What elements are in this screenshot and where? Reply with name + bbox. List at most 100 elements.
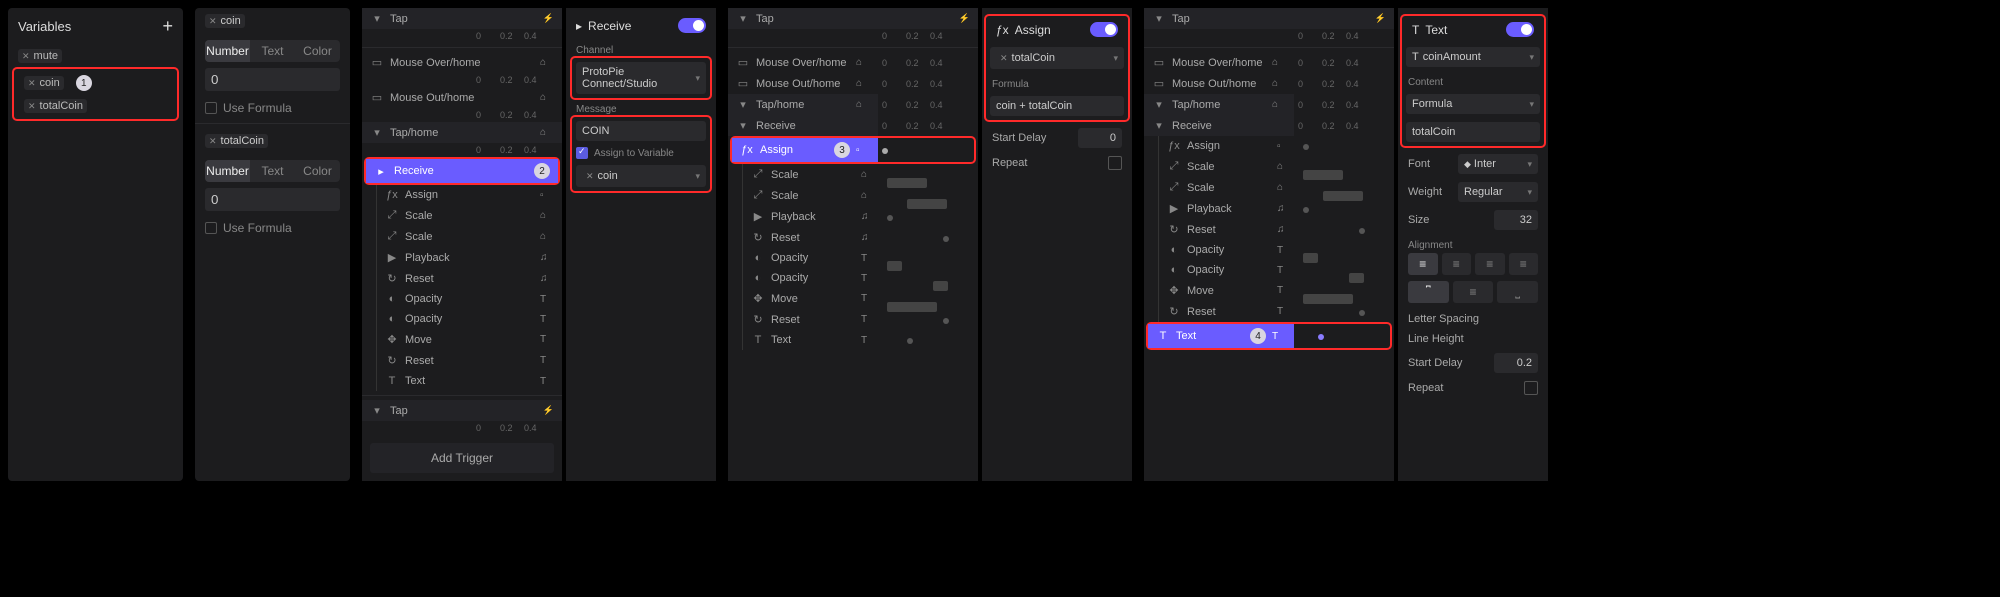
tab-text[interactable]: Text [250, 160, 295, 182]
action-reset[interactable]: ↻ResetT [377, 350, 562, 371]
action-scale[interactable]: ⤢Scale⌂ [743, 164, 883, 185]
message-input[interactable] [576, 121, 706, 141]
value-input-2[interactable] [205, 188, 340, 211]
content-type-select[interactable]: Formula▾ [1406, 94, 1540, 114]
tab-color[interactable]: Color [295, 40, 340, 62]
trigger-mouseout[interactable]: ▭ Mouse Out/home ⌂ [728, 73, 878, 94]
action-opacity[interactable]: ◐OpacityT [1159, 260, 1299, 280]
action-opacity[interactable]: ◐OpacityT [1159, 240, 1299, 260]
align-justify-button[interactable]: ≡ [1509, 253, 1539, 275]
trigger-taphome[interactable]: ▾ Tap/home ⌂ [362, 122, 562, 143]
font-label: Font [1408, 158, 1430, 170]
bolt-icon: ⚡ [959, 13, 970, 24]
action-text[interactable]: TTextT [377, 371, 562, 391]
action-scale[interactable]: ⤢Scale⌂ [743, 185, 883, 206]
start-delay-input[interactable] [1078, 128, 1122, 148]
variable-select[interactable]: ✕coin▾ [576, 165, 706, 187]
trigger-mouseover[interactable]: ▭ Mouse Over/home ⌂ [362, 52, 562, 73]
formula-input[interactable] [990, 96, 1124, 116]
action-playback[interactable]: ▶Playback♫ [377, 247, 562, 268]
valign-middle-button[interactable]: ≡ [1453, 281, 1494, 303]
action-playback[interactable]: ▶Playback♫ [743, 206, 883, 227]
repeat-checkbox[interactable] [1108, 156, 1122, 170]
variable-coin[interactable]: ✕coin 1 [14, 71, 177, 95]
action-opacity[interactable]: ◐OpacityT [743, 268, 883, 288]
type-tabs[interactable]: Number Text Color [205, 40, 340, 62]
receive-icon: ▸ [576, 19, 582, 33]
variable-totalcoin[interactable]: ✕totalCoin [14, 95, 177, 117]
use-formula-row[interactable]: Use Formula [195, 97, 350, 119]
action-move[interactable]: ✥MoveT [743, 288, 883, 309]
trigger-tap[interactable]: ▾ Tap ⚡ [728, 8, 978, 29]
action-opacity[interactable]: ◐OpacityT [377, 309, 562, 329]
enable-toggle[interactable] [1090, 22, 1118, 37]
valign-bottom-button[interactable]: ⎵ [1497, 281, 1538, 303]
action-assign-selected[interactable]: ƒx Assign 3 ▫ [732, 138, 878, 162]
trigger-mouseout[interactable]: ▭Mouse Out/home⌂ [1144, 73, 1294, 94]
channel-select[interactable]: ProtoPie Connect/Studio▾ [576, 62, 706, 94]
type-tabs-2[interactable]: Number Text Color [205, 160, 340, 182]
action-opacity[interactable]: ◐OpacityT [743, 248, 883, 268]
align-right-button[interactable]: ≡ [1475, 253, 1505, 275]
trigger-tap[interactable]: ▾Tap⚡ [1144, 8, 1394, 29]
var-icon: ▫ [856, 145, 870, 156]
trigger-mouseover[interactable]: ▭ Mouse Over/home ⌂ [728, 52, 878, 73]
repeat-checkbox[interactable] [1524, 381, 1538, 395]
align-left-button[interactable]: ≡ [1408, 253, 1438, 275]
font-select[interactable]: ◆Inter▾ [1458, 154, 1538, 174]
home-icon: ⌂ [856, 99, 870, 110]
enable-toggle[interactable] [1506, 22, 1534, 37]
tab-number[interactable]: Number [205, 40, 250, 62]
tab-color[interactable]: Color [295, 160, 340, 182]
use-formula-row-2[interactable]: Use Formula [195, 217, 350, 239]
content-input[interactable] [1406, 122, 1540, 142]
start-delay-input[interactable] [1494, 353, 1538, 373]
variable-mute[interactable]: ✕mute [8, 45, 183, 67]
action-scale[interactable]: ⤢Scale⌂ [1159, 177, 1299, 198]
action-assign[interactable]: ƒxAssign▫ [1159, 136, 1299, 156]
action-move[interactable]: ✥MoveT [1159, 280, 1299, 301]
note-icon: ♫ [540, 273, 554, 284]
size-label: Size [1408, 214, 1429, 226]
action-reset[interactable]: ↻Reset♫ [1159, 219, 1299, 240]
trigger-tap[interactable]: ▾ Tap ⚡ [362, 8, 562, 29]
trigger-receive[interactable]: ▾Receive [1144, 115, 1294, 136]
action-scale[interactable]: ⤢Scale⌂ [377, 226, 562, 247]
target-select[interactable]: ✕totalCoin▾ [990, 47, 1124, 69]
repeat-label: Repeat [992, 157, 1027, 169]
size-input[interactable] [1494, 210, 1538, 230]
action-scale[interactable]: ⤢Scale⌂ [1159, 156, 1299, 177]
action-text-selected[interactable]: T Text 4 T [1148, 324, 1294, 348]
trigger-tap-2[interactable]: ▾ Tap ⚡ [362, 400, 562, 421]
action-scale[interactable]: ⤢Scale⌂ [377, 205, 562, 226]
action-move[interactable]: ✥MoveT [377, 329, 562, 350]
enable-toggle[interactable] [678, 18, 706, 33]
action-reset[interactable]: ↻ResetT [1159, 301, 1299, 322]
tab-number[interactable]: Number [205, 160, 250, 182]
action-reset[interactable]: ↻Reset♫ [743, 227, 883, 248]
trigger-mouseover[interactable]: ▭Mouse Over/home⌂ [1144, 52, 1294, 73]
action-reset[interactable]: ↻Reset♫ [377, 268, 562, 289]
trigger-receive-selected[interactable]: ▸ Receive 2 [366, 159, 558, 183]
trigger-taphome[interactable]: ▾Tap/home⌂ [1144, 94, 1294, 115]
weight-select[interactable]: Regular▾ [1458, 182, 1538, 202]
mouse-icon: ▭ [736, 77, 750, 90]
value-input[interactable] [205, 68, 340, 91]
align-center-button[interactable]: ≡ [1442, 253, 1472, 275]
add-trigger-button[interactable]: Add Trigger [370, 443, 554, 473]
valign-top-button[interactable]: ⎴ [1408, 281, 1449, 303]
action-opacity[interactable]: ◐OpacityT [377, 289, 562, 309]
target-select[interactable]: TcoinAmount▾ [1406, 47, 1540, 67]
action-reset[interactable]: ↻ResetT [743, 309, 883, 330]
assign-icon: ƒx [740, 144, 754, 156]
trigger-receive[interactable]: ▾ Receive [728, 115, 878, 136]
trigger-mouseout[interactable]: ▭ Mouse Out/home ⌂ [362, 87, 562, 108]
trigger-taphome[interactable]: ▾ Tap/home ⌂ [728, 94, 878, 115]
tab-text[interactable]: Text [250, 40, 295, 62]
action-text[interactable]: TTextT [743, 330, 883, 350]
action-assign[interactable]: ƒxAssign▫ [377, 185, 562, 205]
add-variable-button[interactable]: + [162, 16, 173, 37]
chevron-down-icon: ▾ [736, 98, 750, 111]
action-playback[interactable]: ▶Playback♫ [1159, 198, 1299, 219]
assign-var-row[interactable]: Assign to Variable [572, 145, 710, 161]
